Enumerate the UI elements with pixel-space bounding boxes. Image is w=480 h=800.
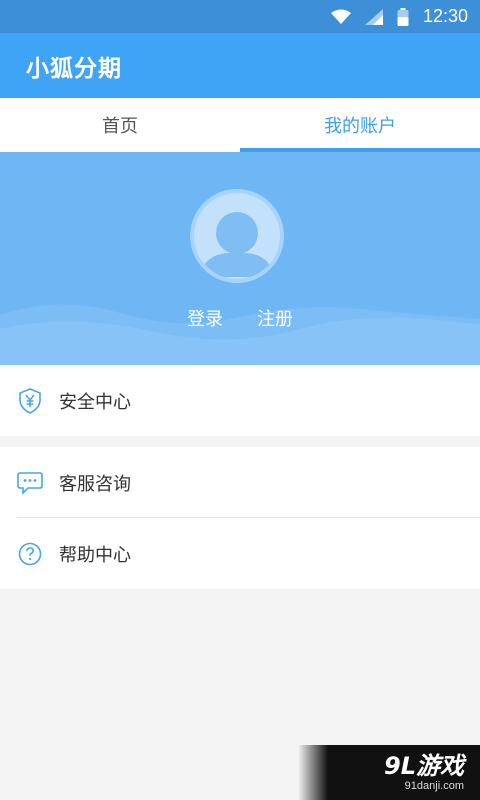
watermark-url: 91danji.com <box>404 779 464 792</box>
app-title: 小狐分期 <box>26 55 122 82</box>
app-bar: 小狐分期 <box>0 33 480 98</box>
user-avatar-icon <box>194 193 280 279</box>
question-circle-icon <box>17 541 43 567</box>
signal-icon <box>364 8 383 25</box>
tab-my-account-label: 我的账户 <box>324 116 396 137</box>
profile-header: 登录 注册 <box>0 152 480 365</box>
site-watermark: 9L游戏 91danji.com <box>298 745 480 800</box>
avatar[interactable] <box>190 189 284 283</box>
battery-icon <box>397 7 409 26</box>
shield-yen-icon <box>17 387 43 414</box>
tab-home[interactable]: 首页 <box>0 98 240 152</box>
status-bar: 12:30 <box>0 0 480 33</box>
menu-group-security: 安全中心 <box>0 365 480 436</box>
tab-my-account[interactable]: 我的账户 <box>240 98 480 152</box>
menu-item-customer-service[interactable]: 客服咨询 <box>0 447 480 518</box>
chat-bubble-icon <box>17 470 43 496</box>
menu-item-security-center[interactable]: 安全中心 <box>0 365 480 436</box>
watermark-logo-text: 9L游戏 <box>384 751 464 780</box>
menu-item-label: 客服咨询 <box>59 473 131 495</box>
login-link[interactable]: 登录 <box>185 305 225 331</box>
auth-links: 登录 注册 <box>0 305 480 331</box>
status-time: 12:30 <box>422 6 468 26</box>
register-link[interactable]: 注册 <box>255 305 295 331</box>
menu-item-label: 帮助中心 <box>59 544 131 566</box>
tab-home-label: 首页 <box>102 116 138 137</box>
menu-item-label: 安全中心 <box>59 391 131 413</box>
menu-group-support: 客服咨询 帮助中心 <box>0 447 480 589</box>
wifi-icon <box>330 9 351 25</box>
menu-item-help-center[interactable]: 帮助中心 <box>0 518 480 589</box>
tab-bar: 首页 我的账户 <box>0 98 480 152</box>
